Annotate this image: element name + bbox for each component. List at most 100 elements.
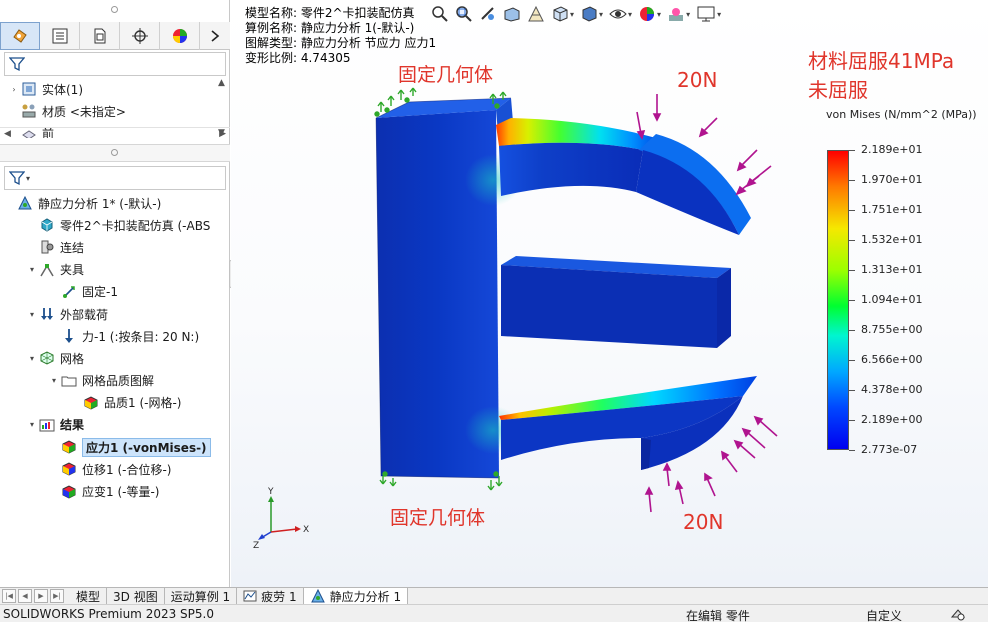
- expand-arrow-icon[interactable]: ▾: [26, 310, 38, 319]
- legend-value-label: 1.094e+01: [861, 293, 923, 306]
- bottom-tab[interactable]: 3D 视图: [107, 587, 165, 605]
- study-tree-item-label: 零件2^卡扣装配仿真 (-ABS: [60, 218, 211, 233]
- next-tab-button[interactable]: ▶: [34, 589, 48, 603]
- bottom-tab[interactable]: 疲劳 1: [237, 587, 304, 605]
- study-tree-item[interactable]: 位移1 (-合位移-): [0, 458, 230, 480]
- study-tree-item[interactable]: ▾ 网格: [0, 347, 230, 369]
- displacement-plot-icon: [60, 461, 78, 477]
- study-tree-item-label: 应力1 (-vonMises-): [82, 437, 211, 457]
- tree-item-material[interactable]: 材质 <未指定>: [0, 100, 215, 122]
- splitter-grip-handle[interactable]: [111, 149, 118, 156]
- tree-item-solid-bodies[interactable]: › 实体(1): [0, 78, 215, 100]
- tabs-scroll-right[interactable]: [200, 22, 230, 50]
- study-tree-item[interactable]: 应力1 (-vonMises-): [0, 436, 230, 458]
- bottom-tab-label: 疲劳 1: [261, 589, 297, 604]
- study-tree-item-label: 力-1 (:按条目: 20 N:): [82, 329, 200, 344]
- study-tree-item[interactable]: 品质1 (-网格-): [0, 392, 230, 414]
- fixtures-icon: [38, 262, 56, 278]
- triad-z-label: Z: [253, 541, 259, 551]
- study-tree-item[interactable]: ▾ 夹具: [0, 259, 230, 281]
- legend-tick: [849, 390, 855, 391]
- study-tree-item[interactable]: 连结: [0, 236, 230, 258]
- material-icon: [20, 103, 38, 119]
- study-tree-item[interactable]: ▾ 外部载荷: [0, 303, 230, 325]
- study-tree-item[interactable]: 固定-1: [0, 281, 230, 303]
- part-icon: [38, 217, 56, 233]
- feature-manager-panel: › 实体(1) 材质 <未指定> 前 ▲ ▼ ◀ ▶ ▾ 静应力分析 1* (-…: [0, 0, 230, 587]
- results-folder-icon: [38, 417, 56, 433]
- legend-tick: [849, 450, 855, 451]
- solid-body-icon: [20, 81, 38, 97]
- configuration-manager-icon: [94, 28, 105, 44]
- study-tree-item[interactable]: 静应力分析 1* (-默认-): [0, 192, 230, 214]
- expand-arrow-icon[interactable]: ▾: [26, 420, 38, 429]
- study-tree-item-label: 固定-1: [82, 285, 118, 300]
- study-tree-item[interactable]: ▾ 网格品质图解: [0, 370, 230, 392]
- tab-property-manager[interactable]: [40, 22, 80, 50]
- legend-value-label: 1.313e+01: [861, 263, 923, 276]
- panel-grip-handle[interactable]: [111, 6, 118, 13]
- stress-plot-icon: [60, 439, 78, 455]
- study-tree-item-label: 位移1 (-合位移-): [82, 462, 172, 477]
- display-manager-icon: [172, 29, 187, 43]
- tab-display-manager[interactable]: [160, 22, 200, 50]
- status-bar: SOLIDWORKS Premium 2023 SP5.0 在编辑 零件 自定义: [0, 604, 988, 622]
- study-tree-item[interactable]: ▾ 结果: [0, 414, 230, 436]
- simulation-study-tree: 静应力分析 1* (-默认-) 零件2^卡扣装配仿真 (-ABS 连结 ▾ 夹具固定-1…: [0, 192, 230, 503]
- prev-tab-button[interactable]: ◀: [18, 589, 32, 603]
- filter-box-top[interactable]: [4, 52, 226, 76]
- legend-value-label: 6.566e+00: [861, 353, 923, 366]
- static-study-icon: [310, 588, 326, 604]
- legend-tick: [849, 270, 855, 271]
- status-edit-mode: 在编辑 零件: [686, 609, 750, 622]
- top-arm-front-face: [499, 142, 643, 196]
- property-manager-icon: [52, 28, 67, 44]
- tab-dimxpert[interactable]: [120, 22, 160, 50]
- triad-y-label: Y: [267, 487, 274, 497]
- scroll-right-icon[interactable]: ▶: [219, 129, 226, 139]
- triad-x-label: X: [303, 525, 309, 535]
- expand-arrow-icon[interactable]: ›: [8, 85, 20, 94]
- panel-splitter[interactable]: [0, 144, 230, 162]
- last-tab-button[interactable]: ▶|: [50, 589, 64, 603]
- status-units[interactable]: 自定义: [866, 607, 902, 622]
- study-tree-item-label: 网格品质图解: [82, 374, 155, 389]
- chevron-down-icon[interactable]: ▾: [26, 174, 30, 183]
- bottom-tab-bar: |◀ ◀ ▶ ▶| 模型 3D 视图 运动算例 1 疲劳 1 静应力分析 1: [0, 587, 988, 605]
- annotation-fixed-top: 固定几何体: [398, 64, 494, 86]
- tree-horizontal-scrollbar[interactable]: ◀ ▶: [0, 127, 230, 141]
- scroll-up-icon[interactable]: ▲: [218, 78, 225, 88]
- bottom-tab-label: 运动算例 1: [170, 589, 231, 604]
- folder-icon: [60, 373, 78, 389]
- feature-manager-icon: [13, 29, 27, 43]
- first-tab-button[interactable]: |◀: [2, 589, 16, 603]
- expand-arrow-icon[interactable]: ▾: [26, 354, 38, 363]
- filter-icon: [9, 171, 25, 186]
- study-tabs: 模型 3D 视图 运动算例 1 疲劳 1 静应力分析 1: [70, 587, 409, 605]
- tab-feature-manager[interactable]: [0, 22, 40, 50]
- strain-plot-icon: [60, 484, 78, 500]
- bottom-tab[interactable]: 运动算例 1: [165, 587, 238, 605]
- expand-arrow-icon[interactable]: ▾: [48, 376, 60, 385]
- bottom-tab[interactable]: 模型: [70, 587, 108, 605]
- bottom-tab[interactable]: 静应力分析 1: [303, 587, 409, 605]
- study-tree-item-label: 静应力分析 1* (-默认-): [38, 196, 162, 211]
- middle-arm-front-face: [501, 265, 717, 348]
- study-tree-item[interactable]: 力-1 (:按条目: 20 N:): [0, 325, 230, 347]
- study-tree-item-label: 夹具: [60, 263, 85, 278]
- graphics-area[interactable]: 模型名称: 零件2^卡扣装配仿真 算例名称: 静应力分析 1(-默认-) 图解类…: [231, 0, 988, 587]
- force-icon: [60, 328, 78, 344]
- study-tree-item-label: 网格: [60, 351, 85, 366]
- coordinate-triad: Y X Z: [253, 487, 309, 551]
- study-tree-item[interactable]: 应变1 (-等量-): [0, 480, 230, 502]
- status-product: SOLIDWORKS Premium 2023 SP5.0: [3, 607, 214, 621]
- bottom-tab-label: 静应力分析 1: [329, 589, 402, 604]
- fixed-geometry-icon: [60, 284, 78, 300]
- scroll-left-icon[interactable]: ◀: [4, 129, 11, 139]
- expand-arrow-icon[interactable]: ▾: [26, 265, 38, 274]
- rebuild-status-icon[interactable]: [950, 607, 966, 622]
- external-loads-icon: [38, 306, 56, 322]
- filter-box-study[interactable]: ▾: [4, 166, 226, 190]
- tab-configuration-manager[interactable]: [80, 22, 120, 50]
- study-tree-item[interactable]: 零件2^卡扣装配仿真 (-ABS: [0, 214, 230, 236]
